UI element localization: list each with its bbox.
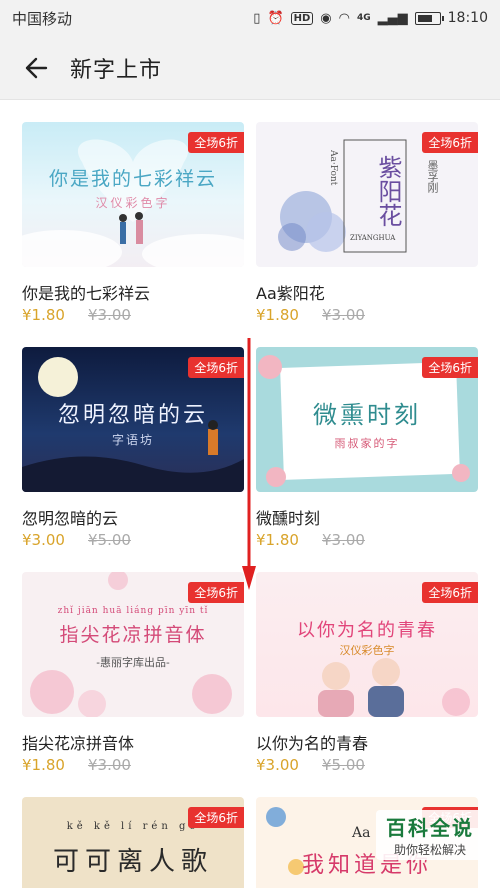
preview-side-text: 墨孚刚 xyxy=(426,160,439,193)
preview-footer: ZIYANGHUA xyxy=(350,234,396,242)
font-preview-image: 你是我的七彩祥云 汉仪彩色字 全场6折 xyxy=(22,122,244,267)
preview-title: 你是我的七彩祥云 xyxy=(48,168,217,190)
preview-subtitle: Aa xyxy=(352,825,371,841)
font-card[interactable]: 忽明忽暗的云 字语坊 全场6折 忽明忽暗的云 ¥3.00 ¥5.00 xyxy=(22,347,244,552)
preview-pinyin: zhǐ jiān huā liáng pīn yīn tǐ xyxy=(57,606,209,616)
font-preview-image: 紫阳花 Aa·Font 墨孚刚 ZIYANGHUA 全场6折 xyxy=(256,122,478,267)
discount-badge: 全场6折 xyxy=(188,807,244,828)
preview-title: 忽明忽暗的云 xyxy=(57,403,208,428)
font-price: ¥3.00 xyxy=(256,756,299,774)
font-preview-image: kě kě lí rén gē 可可离人歌 全场6折 xyxy=(22,797,244,888)
preview-title: 指尖花凉拼音体 xyxy=(59,624,207,646)
app-header: 新字上市 xyxy=(0,36,500,100)
network-type-label: 4G xyxy=(356,13,371,23)
font-card[interactable]: 紫阳花 Aa·Font 墨孚刚 ZIYANGHUA 全场6折 Aa紫阳花 ¥1.… xyxy=(256,122,478,327)
signal-icon: ▂▄▆ xyxy=(377,10,408,26)
carrier-label: 中国移动 xyxy=(12,9,73,28)
preview-subtitle: 雨叔家的字 xyxy=(334,437,400,450)
font-preview-image: 微熏时刻 雨叔家的字 全场6折 xyxy=(256,347,478,492)
preview-subtitle: -惠丽字库出品- xyxy=(96,656,170,669)
font-price: ¥1.80 xyxy=(22,306,65,324)
vibrate-icon: ▯ xyxy=(253,10,261,26)
status-bar: 中国移动 ▯ ⏰ HD ◉ ◠ 4G ▂▄▆ 18:10 xyxy=(0,0,500,36)
scroll-down-arrow-icon xyxy=(242,338,256,590)
clock-label: 18:10 xyxy=(447,10,488,26)
font-card[interactable]: 微熏时刻 雨叔家的字 全场6折 微醺时刻 ¥1.80 ¥3.00 xyxy=(256,347,478,552)
font-card[interactable]: kě kě lí rén gē 可可离人歌 全场6折 xyxy=(22,797,244,888)
preview-subtitle: 汉仪彩色字 xyxy=(95,196,171,210)
font-preview-image: 以你为名的青春 汉仪彩色字 全场6折 xyxy=(256,572,478,717)
font-original-price: ¥5.00 xyxy=(322,756,365,774)
discount-badge: 全场6折 xyxy=(188,132,244,153)
font-price: ¥3.00 xyxy=(22,531,65,549)
font-original-price: ¥3.00 xyxy=(88,756,131,774)
font-card[interactable]: zhǐ jiān huā liáng pīn yīn tǐ 指尖花凉拼音体 -惠… xyxy=(22,572,244,777)
preview-subtitle: Aa·Font xyxy=(328,150,338,186)
font-price: ¥1.80 xyxy=(256,531,299,549)
font-original-price: ¥3.00 xyxy=(322,306,365,324)
font-card[interactable]: 以你为名的青春 汉仪彩色字 全场6折 以你为名的青春 ¥3.00 ¥5.00 xyxy=(256,572,478,777)
preview-title: 以你为名的青春 xyxy=(297,620,437,641)
battery-icon xyxy=(414,11,444,25)
font-preview-image: 忽明忽暗的云 字语坊 全场6折 xyxy=(22,347,244,492)
font-original-price: ¥3.00 xyxy=(88,306,131,324)
page-title: 新字上市 xyxy=(70,57,163,83)
discount-badge: 全场6折 xyxy=(422,132,478,153)
preview-title: 紫阳花 xyxy=(374,155,402,227)
font-name: Aa紫阳花 xyxy=(256,284,325,303)
back-arrow-icon xyxy=(25,57,48,78)
font-name: 你是我的七彩祥云 xyxy=(22,284,151,303)
discount-badge: 全场6折 xyxy=(188,357,244,378)
font-original-price: ¥5.00 xyxy=(88,531,131,549)
watermark-logo: 百科全说 助你轻松解决 xyxy=(376,810,484,860)
hd-icon: HD xyxy=(290,11,314,25)
alarm-icon: ⏰ xyxy=(267,10,284,26)
font-card[interactable]: 你是我的七彩祥云 汉仪彩色字 全场6折 你是我的七彩祥云 ¥1.80 ¥3.00 xyxy=(22,122,244,327)
font-preview-image: zhǐ jiān huā liáng pīn yīn tǐ 指尖花凉拼音体 -惠… xyxy=(22,572,244,717)
discount-badge: 全场6折 xyxy=(422,582,478,603)
preview-subtitle: 字语坊 xyxy=(111,433,154,447)
preview-subtitle: 汉仪彩色字 xyxy=(339,644,395,657)
preview-title: 微熏时刻 xyxy=(313,401,421,429)
status-icons: ▯ ⏰ HD ◉ ◠ 4G ▂▄▆ 18:10 xyxy=(253,10,488,26)
font-name: 指尖花凉拼音体 xyxy=(22,734,135,753)
eye-icon: ◉ xyxy=(320,10,332,26)
font-name: 忽明忽暗的云 xyxy=(22,509,119,528)
preview-title: 可可离人歌 xyxy=(52,847,213,877)
font-name: 以你为名的青春 xyxy=(256,734,369,753)
font-price: ¥1.80 xyxy=(256,306,299,324)
watermark-title: 百科全说 xyxy=(386,816,474,840)
wifi-icon: ◠ xyxy=(338,10,350,26)
watermark-subtitle: 助你轻松解决 xyxy=(393,843,466,857)
font-original-price: ¥3.00 xyxy=(322,531,365,549)
font-price: ¥1.80 xyxy=(22,756,65,774)
discount-badge: 全场6折 xyxy=(422,357,478,378)
font-name: 微醺时刻 xyxy=(256,509,321,528)
back-button[interactable] xyxy=(16,48,56,88)
discount-badge: 全场6折 xyxy=(188,582,244,603)
